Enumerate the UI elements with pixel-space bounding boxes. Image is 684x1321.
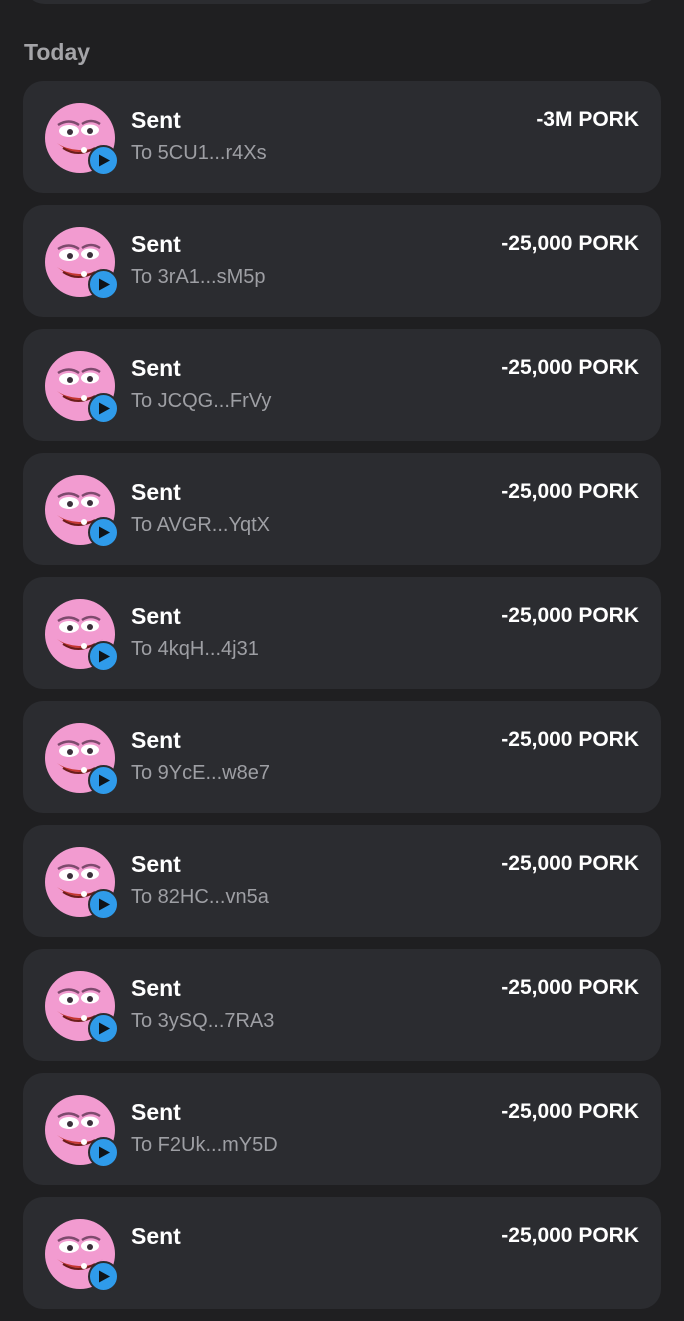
previous-card-edge (23, 0, 661, 4)
transaction-amount: -25,000 PORK (501, 1100, 639, 1123)
transaction-title: Sent (131, 975, 181, 1001)
transaction-address: To F2Uk...mY5D (131, 1134, 278, 1156)
transaction-title: Sent (131, 727, 181, 753)
transaction-title: Sent (131, 479, 181, 505)
transaction-title: Sent (131, 1223, 181, 1249)
transaction-amount: -25,000 PORK (501, 480, 639, 503)
transaction-list: Sent To 5CU1...r4Xs -3M PORK Sent To 3rA… (23, 81, 661, 1321)
transaction-address: To 82HC...vn5a (131, 886, 269, 908)
transaction-address: To 5CU1...r4Xs (131, 142, 267, 164)
send-arrow-icon (88, 269, 119, 300)
transaction-amount: -25,000 PORK (501, 852, 639, 875)
send-arrow-icon (88, 517, 119, 548)
transaction-amount: -25,000 PORK (501, 728, 639, 751)
transaction-row[interactable]: Sent To JCQG...FrVy -25,000 PORK (23, 329, 661, 441)
transaction-amount: -3M PORK (536, 108, 639, 131)
transaction-address: To 4kqH...4j31 (131, 638, 259, 660)
transaction-address: To JCQG...FrVy (131, 390, 272, 412)
transaction-row[interactable]: Sent To AVGR...YqtX -25,000 PORK (23, 453, 661, 565)
transaction-amount: -25,000 PORK (501, 976, 639, 999)
transaction-title: Sent (131, 231, 181, 257)
transaction-address: To 9YcE...w8e7 (131, 762, 270, 784)
transaction-row[interactable]: Sent To 9YcE...w8e7 -25,000 PORK (23, 701, 661, 813)
transaction-row[interactable]: Sent -25,000 PORK (23, 1197, 661, 1309)
transaction-row[interactable]: Sent To 4kqH...4j31 -25,000 PORK (23, 577, 661, 689)
send-arrow-icon (88, 641, 119, 672)
transaction-amount: -25,000 PORK (501, 1224, 639, 1247)
transaction-title: Sent (131, 851, 181, 877)
transaction-row[interactable]: Sent To F2Uk...mY5D -25,000 PORK (23, 1073, 661, 1185)
transaction-title: Sent (131, 1099, 181, 1125)
transaction-row[interactable]: Sent To 82HC...vn5a -25,000 PORK (23, 825, 661, 937)
transaction-row[interactable]: Sent To 3rA1...sM5p -25,000 PORK (23, 205, 661, 317)
transaction-amount: -25,000 PORK (501, 604, 639, 627)
transaction-address: To AVGR...YqtX (131, 514, 270, 536)
send-arrow-icon (88, 1261, 119, 1292)
transaction-title: Sent (131, 107, 181, 133)
transaction-amount: -25,000 PORK (501, 356, 639, 379)
send-arrow-icon (88, 1137, 119, 1168)
transaction-row[interactable]: Sent To 5CU1...r4Xs -3M PORK (23, 81, 661, 193)
transaction-row[interactable]: Sent To 3ySQ...7RA3 -25,000 PORK (23, 949, 661, 1061)
send-arrow-icon (88, 145, 119, 176)
transaction-title: Sent (131, 355, 181, 381)
send-arrow-icon (88, 393, 119, 424)
send-arrow-icon (88, 765, 119, 796)
transaction-address: To 3rA1...sM5p (131, 266, 266, 288)
transaction-address: To 3ySQ...7RA3 (131, 1010, 275, 1032)
section-title-today: Today (24, 39, 91, 65)
send-arrow-icon (88, 1013, 119, 1044)
transaction-title: Sent (131, 603, 181, 629)
transaction-amount: -25,000 PORK (501, 232, 639, 255)
send-arrow-icon (88, 889, 119, 920)
